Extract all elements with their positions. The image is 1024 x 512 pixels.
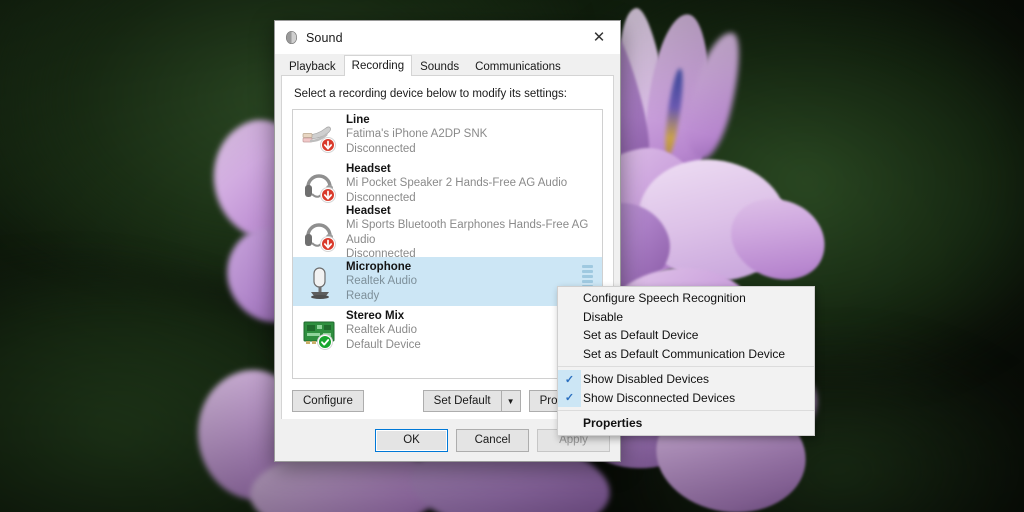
- device-state: Default Device: [346, 338, 421, 352]
- ok-button[interactable]: OK: [375, 429, 448, 452]
- menu-check-gutter: [558, 414, 581, 433]
- list-item[interactable]: Headset Mi Pocket Speaker 2 Hands-Free A…: [293, 159, 602, 208]
- tab-sounds[interactable]: Sounds: [412, 56, 467, 76]
- checkmark-icon: ✓: [558, 370, 581, 389]
- tab-label: Sounds: [420, 61, 459, 73]
- cancel-button[interactable]: Cancel: [456, 429, 529, 452]
- tab-label: Recording: [352, 60, 404, 72]
- context-menu[interactable]: Configure Speech Recognition Disable Set…: [557, 286, 815, 436]
- list-item[interactable]: Headset Mi Sports Bluetooth Earphones Ha…: [293, 208, 602, 257]
- list-item[interactable]: Line Fatima's iPhone A2DP SNK Disconnect…: [293, 110, 602, 159]
- menu-item-label: Configure Speech Recognition: [581, 291, 746, 305]
- menu-check-gutter: [558, 326, 581, 345]
- dialog-title: Sound: [306, 31, 343, 45]
- headset-icon: [301, 213, 339, 253]
- menu-item-label: Set as Default Communication Device: [581, 347, 785, 361]
- device-description: Fatima's iPhone A2DP SNK: [346, 127, 487, 141]
- menu-check-gutter: [558, 308, 581, 327]
- device-state: Ready: [346, 289, 417, 303]
- tab-communications[interactable]: Communications: [467, 56, 569, 76]
- speaker-icon: [284, 30, 299, 45]
- device-name: Headset: [346, 204, 594, 218]
- menu-item-label: Show Disabled Devices: [581, 372, 709, 386]
- device-state: Disconnected: [346, 142, 487, 156]
- tab-playback[interactable]: Playback: [281, 56, 344, 76]
- menu-item-properties[interactable]: Properties: [558, 414, 814, 433]
- headset-icon: [301, 164, 339, 204]
- device-state: Disconnected: [346, 191, 567, 205]
- device-description: Realtek Audio: [346, 323, 421, 337]
- instruction-text: Select a recording device below to modif…: [294, 88, 603, 100]
- chevron-down-icon[interactable]: ▼: [501, 390, 521, 412]
- line-in-cable-icon: [301, 115, 339, 155]
- device-name: Microphone: [346, 260, 417, 274]
- menu-item-configure-speech-recognition[interactable]: Configure Speech Recognition: [558, 289, 814, 308]
- dialog-titlebar[interactable]: Sound ✕: [275, 21, 620, 54]
- menu-check-gutter: [558, 289, 581, 308]
- set-default-split-button[interactable]: Set Default ▼: [423, 390, 521, 412]
- menu-item-disable[interactable]: Disable: [558, 308, 814, 327]
- device-text: Stereo Mix Realtek Audio Default Device: [346, 309, 421, 351]
- tab-label: Playback: [289, 61, 336, 73]
- device-description: Realtek Audio: [346, 274, 417, 288]
- microphone-icon: [301, 262, 339, 302]
- configure-button[interactable]: Configure: [292, 390, 364, 412]
- menu-check-gutter: [558, 345, 581, 364]
- device-text: Microphone Realtek Audio Ready: [346, 260, 417, 302]
- device-name: Line: [346, 113, 487, 127]
- sound-card-icon: [301, 311, 339, 351]
- device-text: Headset Mi Pocket Speaker 2 Hands-Free A…: [346, 162, 567, 204]
- list-item[interactable]: Stereo Mix Realtek Audio Default Device: [293, 306, 602, 355]
- device-description: Mi Pocket Speaker 2 Hands-Free AG Audio: [346, 176, 567, 190]
- menu-separator: [558, 366, 814, 367]
- tab-label: Communications: [475, 61, 561, 73]
- menu-item-show-disconnected-devices[interactable]: ✓ Show Disconnected Devices: [558, 389, 814, 408]
- menu-item-set-as-default-communication-device[interactable]: Set as Default Communication Device: [558, 345, 814, 364]
- menu-item-label: Disable: [581, 310, 623, 324]
- tab-recording[interactable]: Recording: [344, 55, 412, 76]
- menu-item-set-as-default-device[interactable]: Set as Default Device: [558, 326, 814, 345]
- device-name: Stereo Mix: [346, 309, 421, 323]
- menu-item-label: Show Disconnected Devices: [581, 391, 735, 405]
- tab-strip: Playback Recording Sounds Communications: [281, 56, 620, 76]
- menu-item-show-disabled-devices[interactable]: ✓ Show Disabled Devices: [558, 370, 814, 389]
- desktop-wallpaper: Sound ✕ Playback Recording Sounds Commun…: [0, 0, 1024, 512]
- checkmark-icon: ✓: [558, 389, 581, 408]
- close-icon[interactable]: ✕: [578, 21, 620, 54]
- list-item-selected[interactable]: Microphone Realtek Audio Ready: [293, 257, 602, 306]
- device-description: Mi Sports Bluetooth Earphones Hands-Free…: [346, 218, 594, 246]
- device-text: Line Fatima's iPhone A2DP SNK Disconnect…: [346, 113, 487, 155]
- menu-item-label: Set as Default Device: [581, 328, 698, 342]
- menu-separator: [558, 410, 814, 411]
- set-default-button[interactable]: Set Default: [423, 390, 501, 412]
- device-name: Headset: [346, 162, 567, 176]
- device-text: Headset Mi Sports Bluetooth Earphones Ha…: [346, 204, 594, 260]
- menu-item-label: Properties: [581, 416, 642, 430]
